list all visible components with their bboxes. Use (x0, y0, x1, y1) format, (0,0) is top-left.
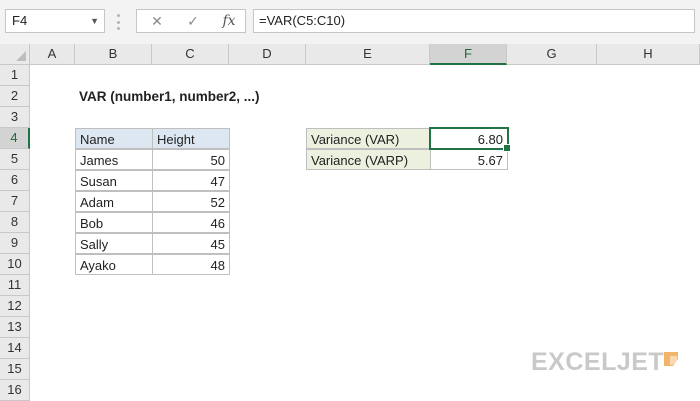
exceljet-logo-icon (664, 352, 678, 366)
table-header-name[interactable]: Name (75, 128, 153, 149)
table-cell-name[interactable]: Susan (75, 170, 153, 191)
name-box-value: F4 (12, 13, 28, 28)
formula-input[interactable]: =VAR(C5:C10) (253, 9, 695, 33)
table-cell-height[interactable]: 52 (152, 191, 230, 212)
table-header-height[interactable]: Height (152, 128, 230, 149)
exceljet-logo: EXCELJET (531, 348, 665, 376)
chevron-down-icon[interactable]: ▼ (90, 10, 99, 32)
row-header[interactable]: 15 (0, 359, 30, 380)
column-header-d[interactable]: D (229, 44, 306, 65)
column-header-b[interactable]: B (75, 44, 152, 65)
column-header-g[interactable]: G (507, 44, 597, 65)
table-cell-name[interactable]: Ayako (75, 254, 153, 275)
result-label-varp[interactable]: Variance (VARP) (306, 149, 431, 170)
insert-function-icon[interactable]: fx (217, 10, 241, 32)
row-header[interactable]: 7 (0, 191, 30, 212)
column-header-f[interactable]: F (430, 44, 507, 65)
table-cell-height[interactable]: 45 (152, 233, 230, 254)
row-header[interactable]: 11 (0, 275, 30, 296)
page-title: VAR (number1, number2, ...) (79, 89, 260, 104)
table-cell-height[interactable]: 47 (152, 170, 230, 191)
table-cell-height[interactable]: 50 (152, 149, 230, 170)
cancel-icon[interactable]: ✕ (145, 10, 169, 32)
table-cell-name[interactable]: Adam (75, 191, 153, 212)
row-header[interactable]: 12 (0, 296, 30, 317)
row-header[interactable]: 5 (0, 149, 30, 170)
active-cell-selection[interactable] (429, 127, 511, 152)
formula-buttons: ✕ ✓ fx (136, 9, 246, 33)
result-value-varp[interactable]: 5.67 (430, 149, 508, 170)
table-cell-name[interactable]: Sally (75, 233, 153, 254)
row-header[interactable]: 3 (0, 107, 30, 128)
select-all-corner[interactable] (0, 44, 30, 65)
row-header[interactable]: 6 (0, 170, 30, 191)
fill-handle[interactable] (503, 144, 511, 152)
row-header[interactable]: 14 (0, 338, 30, 359)
row-header[interactable]: 10 (0, 254, 30, 275)
name-box[interactable]: F4 ▼ (5, 9, 105, 33)
table-cell-height[interactable]: 46 (152, 212, 230, 233)
column-header-h[interactable]: H (597, 44, 700, 65)
row-header[interactable]: 1 (0, 65, 30, 86)
column-header-e[interactable]: E (306, 44, 430, 65)
result-label-var[interactable]: Variance (VAR) (306, 128, 431, 149)
row-header[interactable]: 9 (0, 233, 30, 254)
column-header-c[interactable]: C (152, 44, 229, 65)
enter-icon[interactable]: ✓ (181, 10, 205, 32)
row-header[interactable]: 2 (0, 86, 30, 107)
table-cell-name[interactable]: James (75, 149, 153, 170)
formula-bar: F4 ▼ ✕ ✓ fx =VAR(C5:C10) (0, 0, 700, 45)
row-header[interactable]: 16 (0, 380, 30, 401)
row-header-active[interactable]: 4 (0, 128, 30, 149)
table-cell-name[interactable]: Bob (75, 212, 153, 233)
column-header-a[interactable]: A (30, 44, 75, 65)
row-header[interactable]: 13 (0, 317, 30, 338)
grip-icon[interactable] (117, 14, 120, 30)
row-header[interactable]: 8 (0, 212, 30, 233)
table-cell-height[interactable]: 48 (152, 254, 230, 275)
